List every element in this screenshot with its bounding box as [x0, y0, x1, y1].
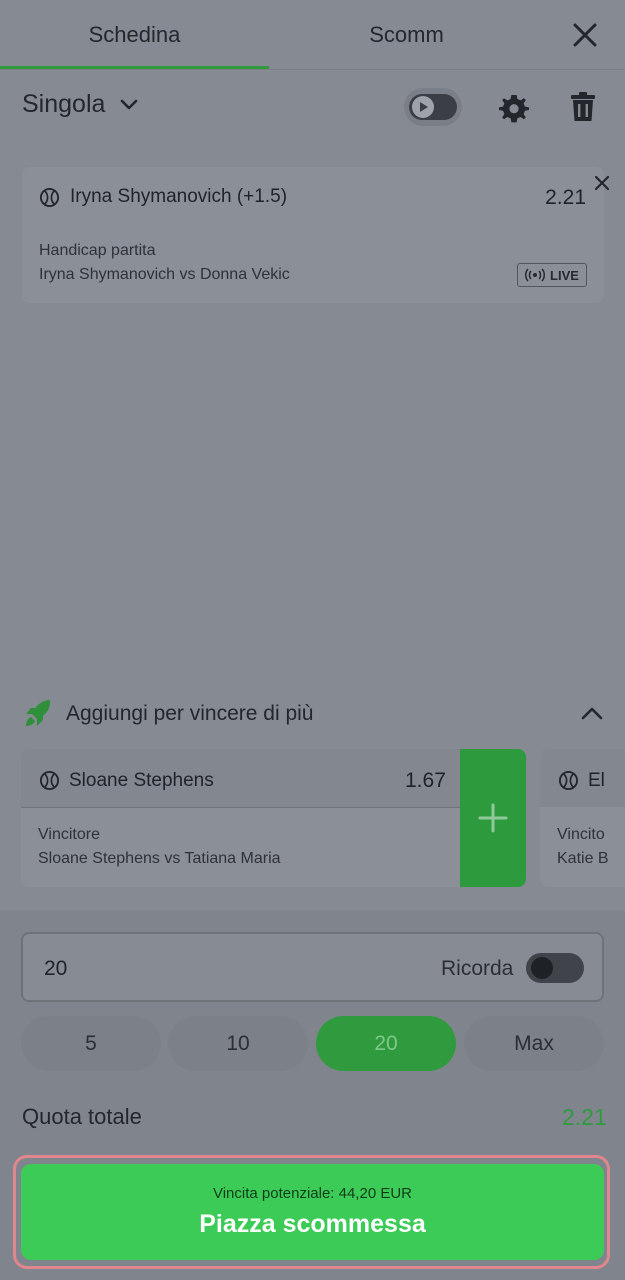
bet-type-label: Singola [22, 90, 106, 118]
tennis-ball-icon [39, 187, 60, 208]
suggestion-header [540, 749, 625, 807]
bet-card: Iryna Shymanovich (+1.5) 2.21 Handicap p… [22, 167, 604, 303]
plus-icon [478, 803, 508, 833]
stake-value: 20 [44, 957, 68, 980]
place-bet-label: Piazza scommessa [199, 1210, 426, 1238]
tab-divider [0, 69, 625, 70]
total-odds-value: 2.21 [562, 1104, 607, 1130]
quick-amount-5[interactable]: 5 [21, 1016, 161, 1071]
tab-schedina[interactable]: Schedina [0, 0, 269, 70]
quick-bet-toggle[interactable] [404, 88, 462, 126]
suggestion-card[interactable]: Sloane Stephens 1.67 Vincitore Sloane St… [21, 749, 526, 887]
bet-selection: Iryna Shymanovich (+1.5) [70, 186, 288, 207]
broadcast-icon [525, 268, 546, 282]
suggestion-selection: El [588, 770, 605, 791]
total-odds-label: Quota totale [22, 1104, 142, 1129]
tab-bar: Schedina Scomm [0, 0, 625, 70]
tab-scommesse[interactable]: Scomm [269, 0, 544, 70]
potential-win: Vincita potenziale: 44,20 EUR [212, 1185, 412, 1202]
bet-market: Handicap partita [39, 242, 156, 259]
live-badge: LIVE [517, 263, 587, 287]
chevron-down-icon [121, 99, 138, 109]
suggestion-market: Vincito [557, 826, 605, 843]
toggle-track [409, 94, 457, 120]
add-more-title: Aggiungi per vincere di più [66, 702, 314, 725]
quick-amount-10[interactable]: 10 [168, 1016, 308, 1071]
suggestion-odds: 1.67 [405, 769, 446, 792]
bet-type-selector[interactable]: Singola [22, 90, 139, 119]
suggestion-card-partial[interactable]: El Vincito Katie B [540, 749, 625, 887]
add-suggestion-button[interactable] [460, 749, 526, 887]
play-icon [420, 102, 428, 112]
trash-icon[interactable] [569, 91, 597, 123]
tennis-ball-icon [558, 770, 579, 791]
suggestion-event: Sloane Stephens vs Tatiana Maria [38, 850, 281, 867]
remove-bet-icon[interactable] [591, 172, 613, 194]
toggle-knob [531, 957, 553, 979]
suggestion-selection: Sloane Stephens [69, 770, 214, 791]
gear-icon[interactable] [498, 92, 530, 124]
rocket-icon [26, 700, 51, 726]
suggestion-market: Vincitore [38, 826, 100, 843]
quick-amount-20[interactable]: 20 [316, 1016, 456, 1071]
bet-event: Iryna Shymanovich vs Donna Vekic [39, 266, 290, 283]
suggestion-divider [21, 807, 460, 808]
suggestion-event: Katie B [557, 850, 609, 867]
bet-odds: 2.21 [545, 186, 586, 209]
live-label: LIVE [550, 267, 579, 283]
stake-input[interactable]: 20 Ricorda [21, 932, 604, 1002]
quick-amount-max[interactable]: Max [464, 1016, 604, 1071]
remember-toggle[interactable] [526, 953, 584, 983]
toggle-knob [412, 96, 434, 118]
chevron-up-icon[interactable] [580, 704, 604, 722]
tennis-ball-icon [39, 770, 60, 791]
close-icon[interactable] [566, 16, 604, 54]
remember-label: Ricorda [441, 957, 514, 980]
place-bet-button[interactable]: Vincita potenziale: 44,20 EUR Piazza sco… [21, 1164, 604, 1260]
add-more-section: Aggiungi per vincere di più [24, 698, 604, 730]
